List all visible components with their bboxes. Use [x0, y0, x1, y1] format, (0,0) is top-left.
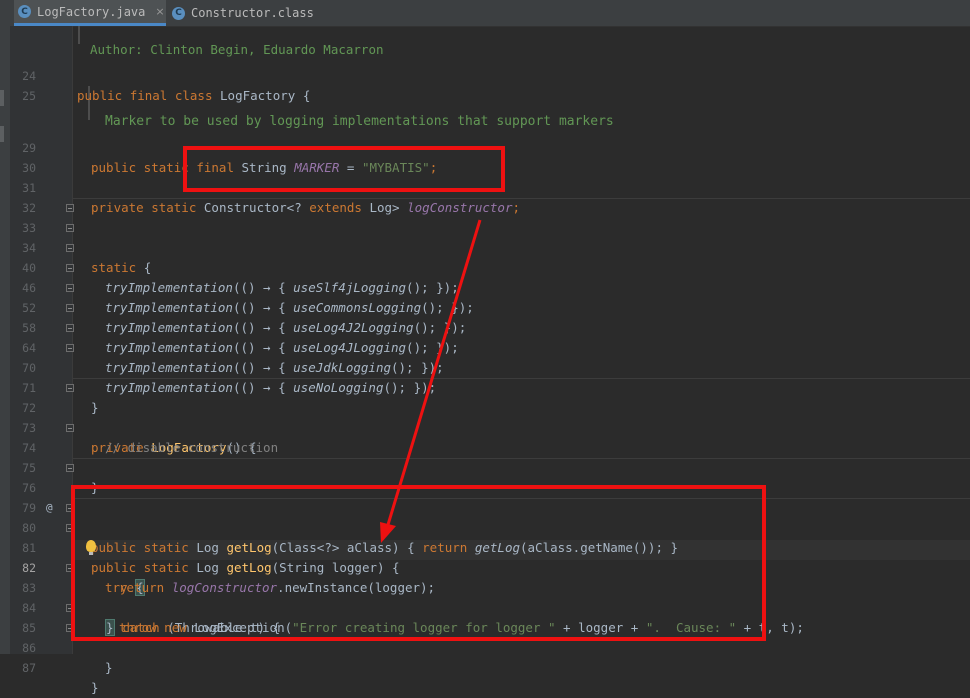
annotation-arrow — [380, 219, 482, 543]
closing-brace: } — [105, 660, 113, 675]
closing-brace: } — [91, 680, 99, 695]
arrow-shaft — [385, 219, 482, 529]
line-number: 87 — [22, 661, 36, 675]
arrow-head-icon — [380, 522, 396, 543]
